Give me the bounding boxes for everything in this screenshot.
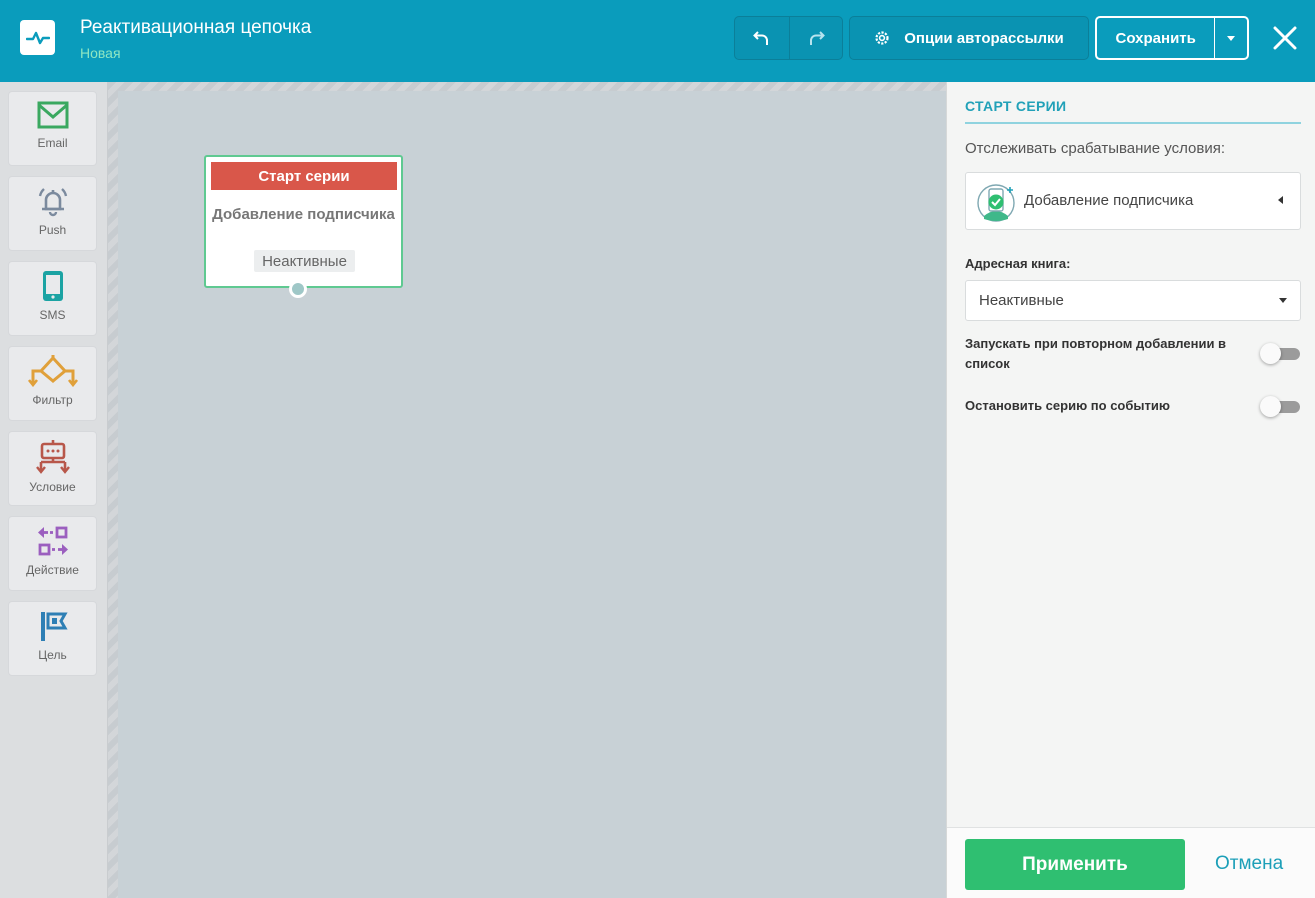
gear-icon — [875, 31, 889, 45]
panel-title: СТАРТ СЕРИИ — [965, 98, 1067, 114]
filter-icon — [27, 355, 78, 387]
page-title: Реактивационная цепочка — [80, 17, 312, 38]
caret-down-icon — [1227, 35, 1236, 41]
palette-item-action[interactable]: Действие — [8, 516, 97, 591]
status-label: Новая — [80, 45, 121, 61]
panel-footer: Применить Отмена — [947, 827, 1315, 898]
stop-on-event-toggle[interactable] — [1260, 396, 1301, 417]
repeat-add-label: Запускать при повторном добавлении в спи… — [965, 336, 1227, 371]
redo-button[interactable] — [788, 17, 843, 59]
add-subscriber-icon — [977, 184, 1015, 222]
mobile-icon — [42, 271, 63, 301]
palette-item-sms[interactable]: SMS — [8, 261, 97, 336]
bell-icon — [38, 188, 67, 217]
palette-item-label: Действие — [26, 563, 79, 577]
palette-item-label: Фильтр — [32, 393, 73, 407]
palette-item-push[interactable]: Push — [8, 176, 97, 251]
mailing-options-button[interactable]: Опции авторассылки — [849, 16, 1089, 60]
app-logo-icon[interactable] — [20, 20, 55, 55]
email-icon — [37, 101, 68, 129]
toggle-knob — [1260, 343, 1281, 364]
palette-item-label: Email — [37, 136, 68, 150]
node-badge: Неактивные — [254, 250, 355, 272]
panel-divider — [965, 122, 1301, 124]
condition-value: Добавление подписчика — [1024, 192, 1194, 209]
condition-icon — [35, 440, 70, 474]
top-bar: Реактивационная цепочка Новая Опции авто… — [0, 0, 1315, 82]
palette-item-goal[interactable]: Цель — [8, 601, 97, 676]
condition-select[interactable]: Добавление подписчика — [965, 172, 1301, 230]
caret-down-icon — [1279, 298, 1287, 303]
stop-on-event-label: Остановить серию по событию — [965, 398, 1170, 413]
flag-icon — [40, 612, 68, 641]
palette-item-label: Условие — [29, 480, 76, 494]
palette-item-label: Push — [38, 223, 67, 237]
node-title: Добавление подписчика — [212, 206, 395, 223]
redo-icon — [809, 31, 825, 45]
start-series-node[interactable]: Старт серии Добавление подписчика Неакти… — [204, 155, 403, 288]
palette-item-label: Цель — [38, 648, 67, 662]
palette-item-email[interactable]: Email — [8, 91, 97, 166]
apply-button[interactable]: Применить — [965, 839, 1185, 890]
save-split-button: Сохранить — [1095, 16, 1249, 60]
address-book-label: Адресная книга: — [965, 256, 1071, 271]
address-book-value: Неактивные — [979, 292, 1064, 309]
palette-item-condition[interactable]: Условие — [8, 431, 97, 506]
node-header: Старт серии — [211, 162, 397, 190]
caret-left-icon — [1278, 196, 1283, 204]
cancel-button[interactable]: Отмена — [1215, 853, 1283, 875]
toggle-knob — [1260, 396, 1281, 417]
mailing-options-label: Опции авторассылки — [904, 29, 1064, 47]
action-icon — [37, 526, 68, 556]
close-icon — [1273, 26, 1297, 50]
track-condition-label: Отслеживать срабатывание условия: — [965, 140, 1226, 157]
repeat-add-toggle[interactable] — [1260, 343, 1301, 364]
palette-item-label: SMS — [39, 308, 66, 322]
save-dropdown-button[interactable] — [1214, 18, 1247, 58]
palette-item-filter[interactable]: Фильтр — [8, 346, 97, 421]
properties-panel: СТАРТ СЕРИИ Отслеживать срабатывание усл… — [946, 82, 1315, 898]
block-palette: Email Push SMS Фильтр Условие Действие Ц… — [0, 82, 108, 898]
save-button[interactable]: Сохранить — [1097, 18, 1214, 58]
node-output-port[interactable] — [289, 280, 307, 298]
close-button[interactable] — [1270, 23, 1300, 53]
history-buttons — [734, 16, 843, 60]
undo-button[interactable] — [735, 17, 789, 59]
undo-icon — [752, 31, 768, 45]
address-book-select[interactable]: Неактивные — [965, 280, 1301, 321]
